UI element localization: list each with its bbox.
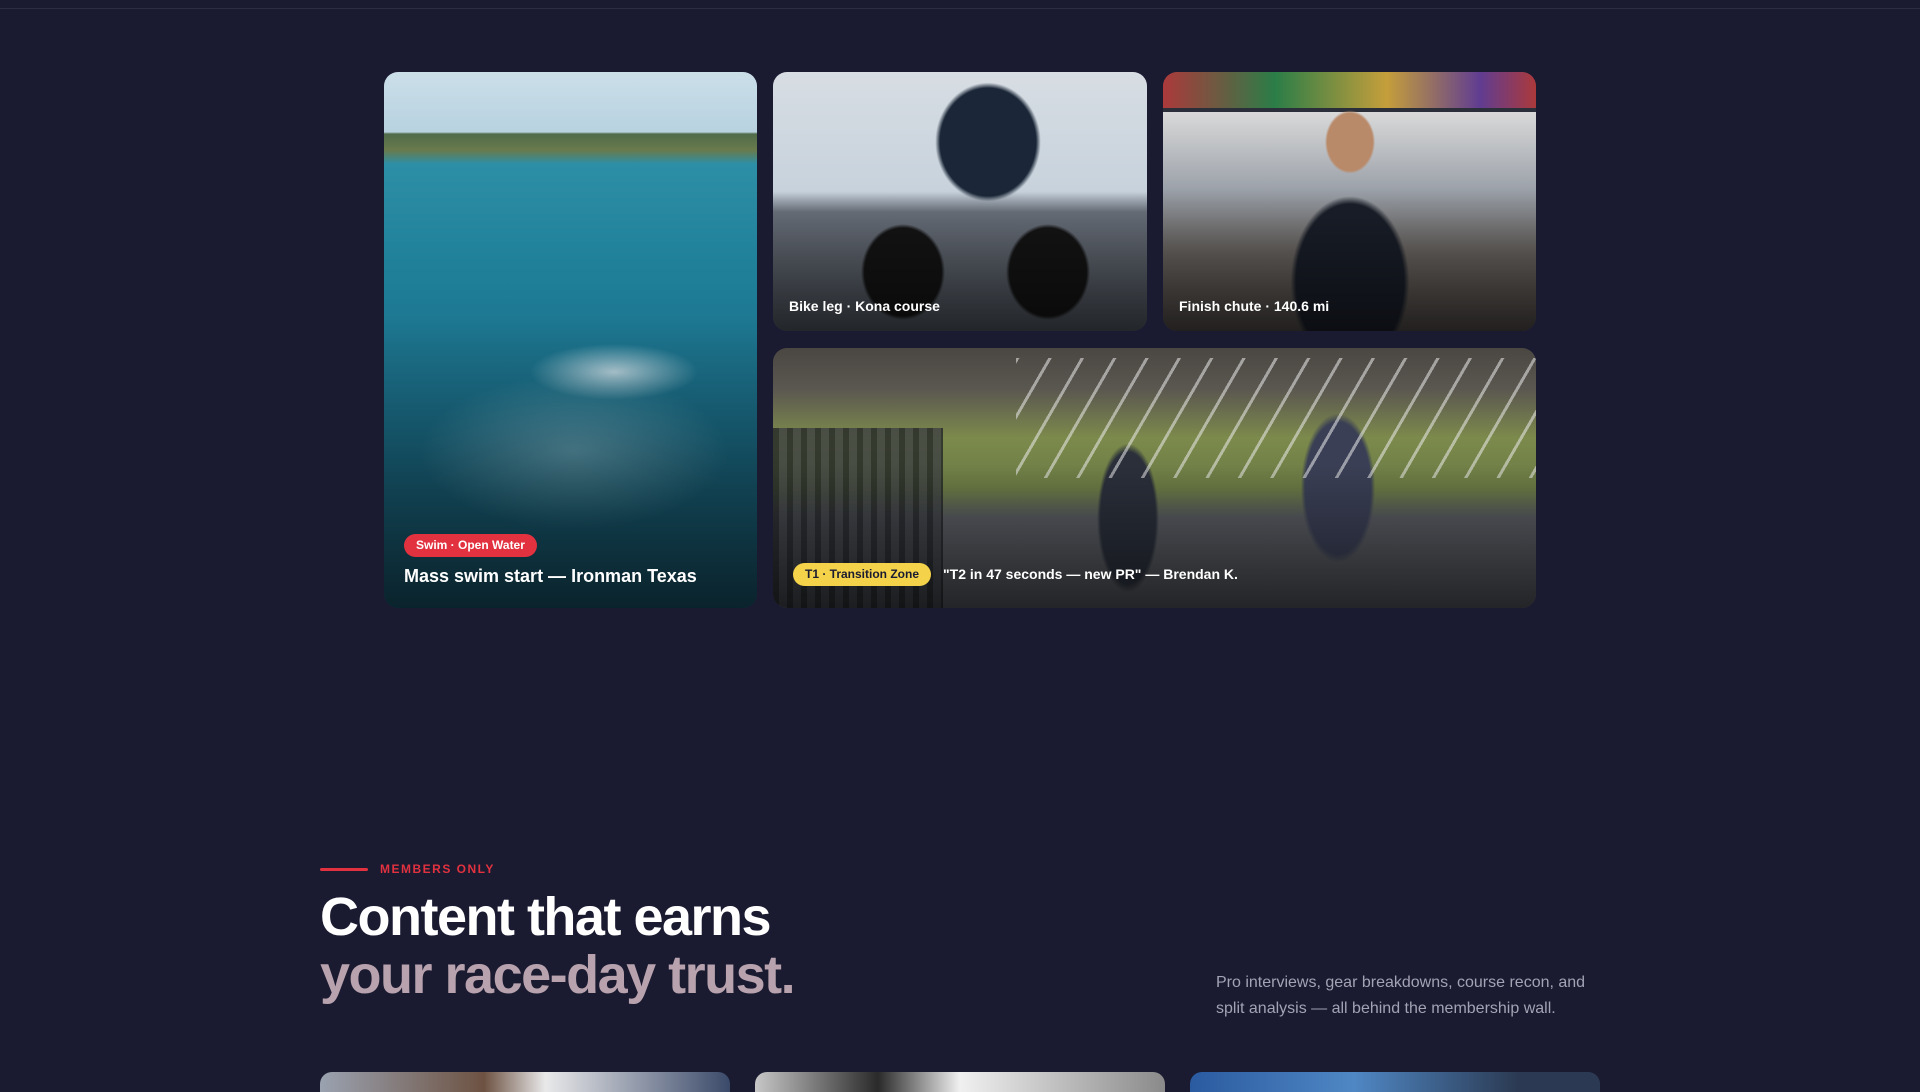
swim-category-badge: Swim · Open Water xyxy=(404,534,537,557)
content-card[interactable] xyxy=(320,1072,730,1092)
content-card-row xyxy=(320,1072,1600,1092)
transition-category-badge: T1 · Transition Zone xyxy=(793,563,932,586)
content-card[interactable] xyxy=(755,1072,1165,1092)
transition-photo-tile[interactable]: T1 · Transition Zone "T2 in 47 seconds —… xyxy=(773,348,1536,608)
members-section: MEMBERS ONLY Content that earns your rac… xyxy=(320,862,1620,1049)
members-blurb: Pro interviews, gear breakdowns, course … xyxy=(1216,974,1586,1017)
bike-photo-caption: Bike leg · Kona course xyxy=(789,298,940,314)
content-card[interactable] xyxy=(1190,1072,1600,1092)
eyebrow-accent-line xyxy=(320,867,368,871)
swim-photo-title: Mass swim start — Ironman Texas xyxy=(404,566,697,586)
members-eyebrow: MEMBERS ONLY xyxy=(320,862,1620,876)
finish-photo-tile[interactable]: Finish chute · 140.6 mi xyxy=(1163,72,1536,331)
eyebrow-label: MEMBERS ONLY xyxy=(380,862,495,876)
heading-line-1: Content that earns xyxy=(320,887,772,947)
finish-photo-caption: Finish chute · 140.6 mi xyxy=(1179,298,1330,314)
transition-quote: "T2 in 47 seconds — new PR" — Brendan K. xyxy=(943,566,1238,582)
bike-photo-tile[interactable]: Bike leg · Kona course xyxy=(773,72,1147,331)
photo-gallery: Swim · Open Water Mass swim start — Iron… xyxy=(384,72,1536,608)
swim-photo-tile[interactable]: Swim · Open Water Mass swim start — Iron… xyxy=(384,72,757,608)
top-divider xyxy=(0,0,1920,9)
